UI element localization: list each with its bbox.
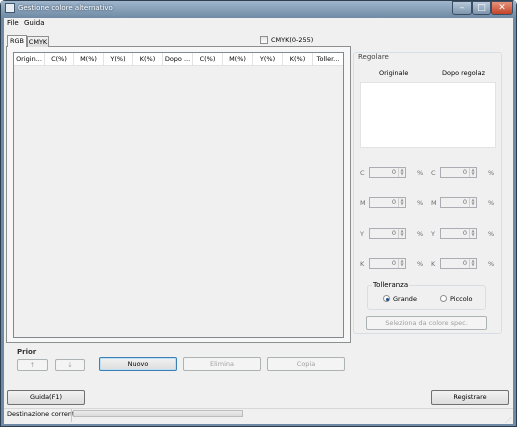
- seleziona-colore-button[interactable]: Seleziona da colore spec.: [366, 316, 487, 330]
- minimize-button[interactable]: –: [452, 1, 472, 15]
- maximize-icon: □: [477, 3, 486, 13]
- c-left-spin-arrows[interactable]: ▲ ▼: [398, 168, 405, 177]
- k-left-spin-arrows[interactable]: ▲ ▼: [398, 259, 405, 268]
- c-left-value: 0: [391, 168, 396, 176]
- m-left-label: M: [360, 199, 366, 207]
- c-right-value: 0: [462, 168, 467, 176]
- copia-button[interactable]: Copia: [267, 357, 345, 371]
- k-left-unit: %: [417, 260, 424, 268]
- color-preview: [360, 82, 496, 148]
- menu-guida[interactable]: Guida: [24, 19, 45, 27]
- col-c-after[interactable]: C(%): [193, 53, 223, 66]
- y-left-value: 0: [391, 229, 396, 237]
- col-k[interactable]: K(%): [133, 53, 163, 66]
- k-left-label: K: [360, 260, 365, 268]
- prior-up-button[interactable]: ↑: [17, 359, 48, 371]
- c-left-label: C: [360, 169, 365, 177]
- radio-selected-dot: [385, 297, 389, 301]
- arrow-up-icon: ↑: [29, 361, 36, 369]
- tolleranza-title: Tolleranza: [372, 281, 410, 289]
- grande-radio[interactable]: [383, 295, 390, 302]
- status-text: Destinazione corrente: [7, 410, 79, 418]
- c-right-spin-arrows[interactable]: ▲ ▼: [469, 168, 476, 177]
- prior-label: Prior: [17, 348, 37, 356]
- k-right-spin-arrows[interactable]: ▲ ▼: [469, 259, 476, 268]
- k-right-label: K: [431, 260, 436, 268]
- y-right-value: 0: [462, 229, 467, 237]
- elimina-button[interactable]: Elimina: [183, 357, 261, 371]
- col-m-after[interactable]: M(%): [223, 53, 253, 66]
- grande-label: Grande: [393, 295, 417, 303]
- originale-label: Originale: [379, 69, 409, 77]
- y-right-unit: %: [488, 230, 495, 238]
- m-right-unit: %: [488, 199, 495, 207]
- tab-rgb[interactable]: RGB: [7, 35, 27, 47]
- status-divider: [71, 409, 72, 422]
- guida-button[interactable]: Guida(F1): [7, 390, 85, 405]
- m-right-value: 0: [462, 198, 467, 206]
- cmyk-255-checkbox[interactable]: [260, 36, 268, 44]
- minimize-icon: –: [459, 3, 465, 13]
- m-right-spin-arrows[interactable]: ▲ ▼: [469, 198, 476, 207]
- window-title: Gestione colore alternativo: [18, 4, 113, 12]
- col-y[interactable]: Y(%): [104, 53, 133, 66]
- regolare-title: Regolare: [357, 53, 390, 61]
- maximize-button[interactable]: □: [472, 1, 491, 15]
- dopo-regolaz-label: Dopo regolaz: [442, 69, 485, 77]
- col-m[interactable]: M(%): [74, 53, 104, 66]
- m-left-spin-arrows[interactable]: ▲ ▼: [398, 198, 405, 207]
- nuovo-button[interactable]: Nuovo: [99, 357, 177, 371]
- col-c[interactable]: C(%): [45, 53, 74, 66]
- col-y-after[interactable]: Y(%): [253, 53, 283, 66]
- cmyk-255-label: CMYK(0-255): [271, 36, 314, 44]
- app-icon: [5, 3, 15, 13]
- m-left-value: 0: [391, 198, 396, 206]
- y-left-unit: %: [417, 230, 424, 238]
- y-left-label: Y: [360, 230, 364, 238]
- y-left-spin-arrows[interactable]: ▲ ▼: [398, 229, 405, 238]
- k-left-value: 0: [391, 259, 396, 267]
- col-originale[interactable]: Origin...: [14, 53, 45, 66]
- y-right-label: Y: [431, 230, 435, 238]
- k-right-value: 0: [462, 259, 467, 267]
- m-right-label: M: [431, 199, 437, 207]
- c-left-unit: %: [417, 169, 424, 177]
- close-button[interactable]: ✕: [491, 1, 513, 15]
- piccolo-radio[interactable]: [440, 295, 447, 302]
- resize-grip-icon[interactable]: ⋰: [505, 417, 511, 424]
- close-icon: ✕: [498, 3, 506, 13]
- tab-cmyk[interactable]: CMYK: [27, 36, 49, 47]
- prior-down-button[interactable]: ↓: [55, 359, 85, 371]
- progress-bar: [73, 410, 243, 417]
- c-right-unit: %: [488, 169, 495, 177]
- arrow-down-icon: ↓: [67, 361, 73, 369]
- y-right-spin-arrows[interactable]: ▲ ▼: [469, 229, 476, 238]
- menu-file[interactable]: File: [7, 19, 19, 27]
- c-right-label: C: [431, 169, 436, 177]
- k-right-unit: %: [488, 260, 495, 268]
- col-dopo[interactable]: Dopo ...: [163, 53, 193, 66]
- menu-bar: [4, 18, 513, 29]
- registrare-button[interactable]: Registrare: [431, 390, 509, 405]
- m-left-unit: %: [417, 199, 424, 207]
- col-tolleranza[interactable]: Toller...: [313, 53, 343, 66]
- col-k-after[interactable]: K(%): [283, 53, 313, 66]
- color-list[interactable]: [13, 52, 344, 338]
- piccolo-label: Piccolo: [450, 295, 473, 303]
